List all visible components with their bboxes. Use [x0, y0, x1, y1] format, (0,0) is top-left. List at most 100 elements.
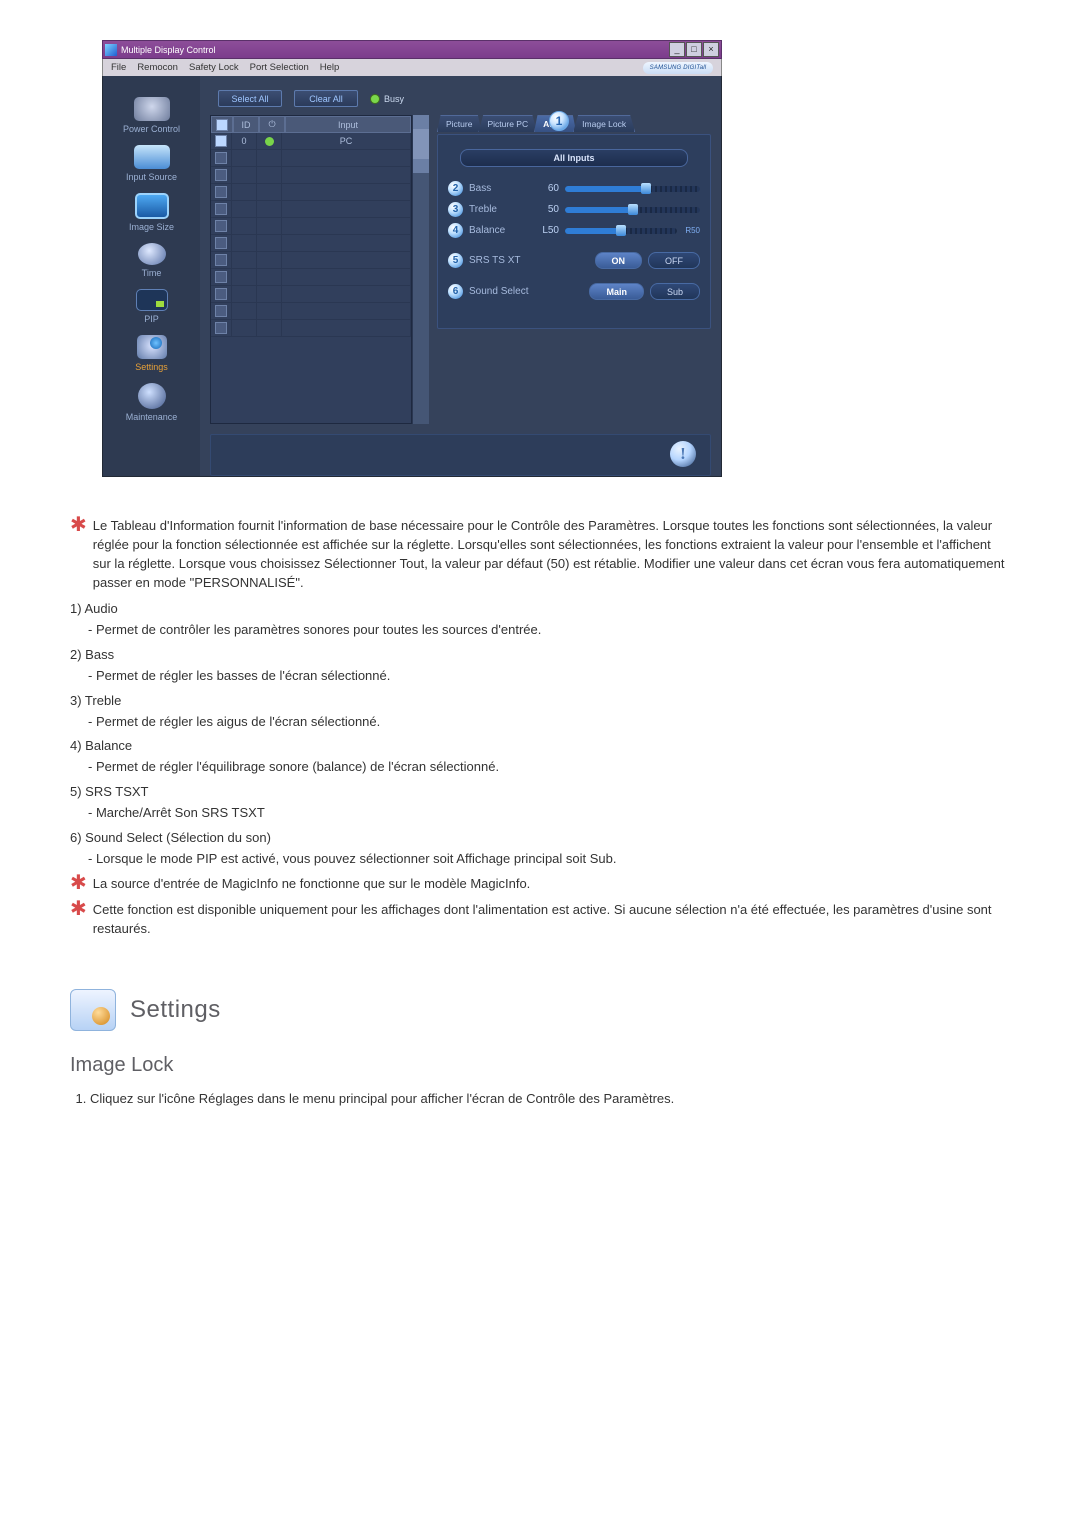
table-row[interactable] — [211, 286, 411, 303]
callout-badge-5: 5 — [448, 253, 463, 268]
power-status-icon — [265, 137, 274, 146]
all-inputs-button[interactable]: All Inputs — [460, 149, 689, 167]
callout-badge-1: 1 — [549, 111, 569, 131]
row-checkbox[interactable] — [215, 305, 227, 317]
sidebar-item-image-size[interactable]: Image Size — [111, 190, 193, 238]
table-row[interactable] — [211, 252, 411, 269]
table-row[interactable] — [211, 150, 411, 167]
row-checkbox[interactable] — [215, 135, 227, 147]
sidebar: Power Control Input Source Image Size Ti… — [103, 76, 200, 476]
list-item: 1) Audio- Permet de contrôler les paramè… — [70, 600, 1010, 640]
menu-remocon[interactable]: Remocon — [137, 62, 178, 73]
step-item: Cliquez sur l'icône Réglages dans le men… — [90, 1090, 1010, 1109]
busy-indicator: Busy — [370, 94, 404, 104]
document-body: ✱ Le Tableau d'Information fournit l'inf… — [70, 517, 1010, 1109]
table-row[interactable] — [211, 269, 411, 286]
sidebar-item-power-control[interactable]: Power Control — [111, 94, 193, 140]
menu-bar: File Remocon Safety Lock Port Selection … — [102, 59, 722, 76]
panel-tabs: Picture Picture PC Audio Image Lock 1 — [437, 115, 711, 132]
app-body: Power Control Input Source Image Size Ti… — [102, 76, 722, 477]
list-item: 3) Treble- Permet de régler les aigus de… — [70, 692, 1010, 732]
table-row[interactable] — [211, 167, 411, 184]
power-icon — [134, 97, 170, 121]
table-row[interactable] — [211, 235, 411, 252]
scroll-thumb[interactable] — [413, 129, 429, 159]
subsection-title: Image Lock — [70, 1051, 1010, 1080]
row-checkbox[interactable] — [215, 254, 227, 266]
list-item: 6) Sound Select (Sélection du son)- Lors… — [70, 829, 1010, 869]
main-area: Select All Clear All Busy ID ⏻ Input — [200, 76, 721, 476]
app-icon — [105, 44, 117, 56]
scrollbar[interactable] — [412, 115, 429, 424]
toolbar: Select All Clear All Busy — [218, 90, 711, 107]
input-source-icon — [134, 145, 170, 169]
tab-picture[interactable]: Picture — [437, 115, 481, 132]
table-header: ID ⏻ Input — [211, 116, 411, 133]
scroll-up-icon[interactable] — [413, 115, 429, 129]
table-row[interactable] — [211, 201, 411, 218]
menu-help[interactable]: Help — [320, 62, 340, 73]
menu-safety-lock[interactable]: Safety Lock — [189, 62, 239, 73]
list-item: 4) Balance- Permet de régler l'équilibra… — [70, 737, 1010, 777]
table-row[interactable]: 0 PC — [211, 133, 411, 150]
row-checkbox[interactable] — [215, 322, 227, 334]
app-window: Multiple Display Control _ □ × File Remo… — [102, 40, 722, 477]
col-checkbox[interactable] — [211, 116, 233, 133]
table-row[interactable] — [211, 303, 411, 320]
menu-port-selection[interactable]: Port Selection — [250, 62, 309, 73]
row-checkbox[interactable] — [215, 203, 227, 215]
sidebar-item-time[interactable]: Time — [111, 240, 193, 284]
star-icon: ✱ — [70, 899, 87, 939]
list-item: 5) SRS TSXT- Marche/Arrêt Son SRS TSXT — [70, 783, 1010, 823]
select-all-button[interactable]: Select All — [218, 90, 282, 107]
title-bar[interactable]: Multiple Display Control _ □ × — [102, 40, 722, 59]
row-checkbox[interactable] — [215, 237, 227, 249]
busy-dot-icon — [370, 94, 380, 104]
sidebar-item-pip[interactable]: PIP — [111, 286, 193, 330]
srs-on-button[interactable]: ON — [595, 252, 643, 269]
sidebar-item-maintenance[interactable]: Maintenance — [111, 380, 193, 428]
settings-icon — [137, 335, 167, 359]
pip-icon — [136, 289, 168, 311]
table-row[interactable] — [211, 320, 411, 337]
sidebar-item-settings[interactable]: Settings — [111, 332, 193, 378]
col-input[interactable]: Input — [285, 116, 411, 133]
col-id[interactable]: ID — [233, 116, 259, 133]
col-power[interactable]: ⏻ — [259, 116, 285, 133]
tab-image-lock[interactable]: Image Lock — [573, 115, 635, 132]
slider-row-bass: 2 Bass 60 — [448, 181, 700, 196]
treble-slider[interactable] — [565, 207, 700, 213]
maintenance-icon — [138, 383, 166, 409]
row-sound-select: 6 Sound Select Main Sub — [448, 283, 700, 300]
panel-body: All Inputs 2 Bass 60 3 Treble 50 — [437, 134, 711, 329]
sidebar-item-input-source[interactable]: Input Source — [111, 142, 193, 188]
settings-panel: Picture Picture PC Audio Image Lock 1 Al… — [437, 115, 711, 424]
scroll-down-icon[interactable] — [413, 159, 429, 173]
clear-all-button[interactable]: Clear All — [294, 90, 358, 107]
list-item: 2) Bass- Permet de régler les basses de … — [70, 646, 1010, 686]
table-row[interactable] — [211, 218, 411, 235]
slider-row-balance: 4 Balance L50 R50 — [448, 223, 700, 238]
bass-slider[interactable] — [565, 186, 700, 192]
row-checkbox[interactable] — [215, 186, 227, 198]
balance-right-label: R50 — [685, 226, 700, 235]
row-checkbox[interactable] — [215, 152, 227, 164]
menu-file[interactable]: File — [111, 62, 126, 73]
row-checkbox[interactable] — [215, 169, 227, 181]
close-button[interactable]: × — [703, 42, 719, 57]
srs-off-button[interactable]: OFF — [648, 252, 700, 269]
callout-badge-2: 2 — [448, 181, 463, 196]
row-checkbox[interactable] — [215, 220, 227, 232]
balance-slider[interactable] — [565, 228, 677, 234]
row-checkbox[interactable] — [215, 288, 227, 300]
maximize-button[interactable]: □ — [686, 42, 702, 57]
star-icon: ✱ — [70, 515, 87, 592]
table-row[interactable] — [211, 184, 411, 201]
window-controls: _ □ × — [669, 42, 719, 57]
minimize-button[interactable]: _ — [669, 42, 685, 57]
time-icon — [138, 243, 166, 265]
tab-picture-pc[interactable]: Picture PC — [478, 115, 537, 132]
sound-main-button[interactable]: Main — [589, 283, 644, 300]
sound-sub-button[interactable]: Sub — [650, 283, 700, 300]
row-checkbox[interactable] — [215, 271, 227, 283]
